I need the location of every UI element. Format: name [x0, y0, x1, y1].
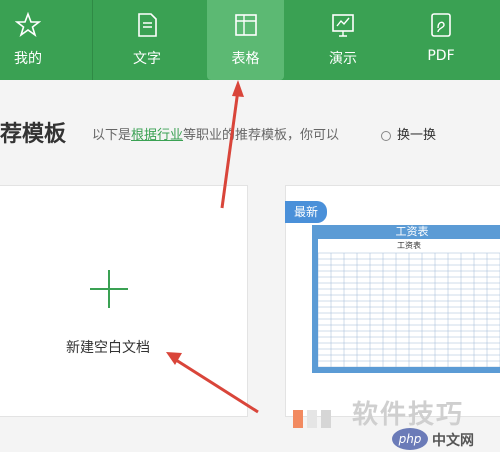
arrow-to-spreadsheet-tab	[220, 89, 240, 209]
arrow-head-icon	[232, 80, 244, 97]
arrow-to-new-blank	[175, 358, 259, 414]
annotation-arrows	[166, 80, 259, 414]
